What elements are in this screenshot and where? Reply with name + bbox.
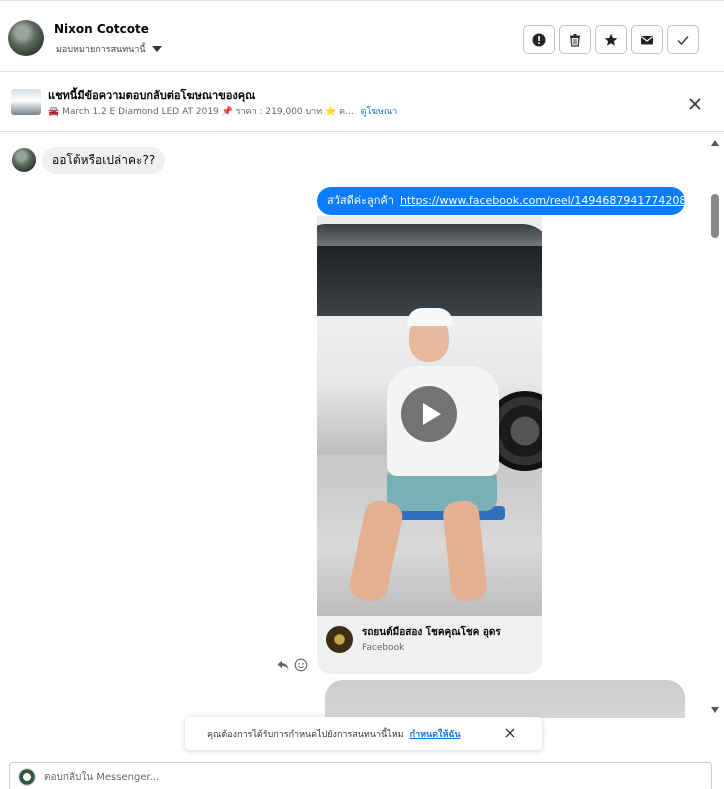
reel-link[interactable]: https://www.facebook.com/reel/1494687941… — [400, 194, 686, 207]
video-person-cap — [407, 308, 453, 326]
view-ad-link[interactable]: ดูโฆษณา — [361, 107, 398, 117]
close-icon[interactable] — [503, 726, 517, 740]
message-list[interactable]: ออโต้หรือเปล่าคะ?? สวัสดีค่ะลูกค้า https:… — [0, 132, 706, 718]
ad-banner-subtitle: 🚘 March 1.2 E Diamond LED AT 2019 📌 ราคา… — [48, 104, 397, 118]
assign-label: มอบหมายการสนทนานี้ — [56, 45, 146, 55]
mark-unread-button[interactable] — [631, 25, 663, 54]
page-avatar — [18, 768, 36, 786]
contact-name[interactable]: Nixon Cotcote — [54, 22, 149, 36]
assignment-notice: คุณต้องการได้รับการกำหนดไปยังการสนทนานี้… — [185, 717, 542, 750]
report-button[interactable] — [523, 25, 555, 54]
contact-avatar[interactable] — [8, 20, 44, 56]
page-logo — [326, 626, 353, 653]
video-car-window — [317, 246, 542, 316]
play-icon — [422, 403, 441, 425]
reply-icon[interactable] — [276, 658, 290, 672]
alert-icon — [532, 33, 546, 46]
next-image-message[interactable] — [325, 680, 685, 718]
reply-input[interactable] — [44, 768, 684, 786]
card-title: รถยนต์มือสอง โชคคุณโชค อุดร — [362, 627, 501, 638]
ad-reply-banner: แชทนี้มีข้อความตอบกลับต่อโฆษณาของคุณ 🚘 M… — [0, 72, 724, 132]
scrollbar[interactable] — [706, 132, 724, 718]
reel-video-preview[interactable] — [317, 216, 542, 616]
link-preview-card[interactable]: รถยนต์มือสอง โชคคุณโชค อุดร Facebook — [317, 616, 542, 674]
outgoing-message[interactable]: สวัสดีค่ะลูกค้า https://www.facebook.com/… — [317, 187, 686, 215]
mark-done-button[interactable] — [667, 25, 699, 54]
mail-icon — [641, 35, 653, 44]
scroll-up-icon[interactable] — [711, 140, 719, 146]
trash-icon — [570, 33, 580, 47]
reply-box[interactable] — [9, 762, 712, 789]
sender-avatar[interactable] — [12, 148, 36, 172]
play-button[interactable] — [401, 386, 457, 442]
conversation-header: Nixon Cotcote มอบหมายการสนทนานี้ — [0, 0, 724, 72]
notice-text: คุณต้องการได้รับการกำหนดไปยังการสนทนานี้… — [207, 729, 404, 740]
assign-to-me-link[interactable]: กำหนดให้ฉัน — [410, 727, 461, 741]
outgoing-greeting: สวัสดีค่ะลูกค้า — [327, 194, 394, 207]
star-button[interactable] — [595, 25, 627, 54]
ad-description: 🚘 March 1.2 E Diamond LED AT 2019 📌 ราคา… — [48, 107, 354, 117]
check-icon — [677, 35, 689, 45]
scroll-thumb[interactable] — [711, 194, 719, 238]
star-icon — [604, 33, 618, 46]
close-icon[interactable] — [686, 95, 704, 113]
card-source: Facebook — [362, 643, 405, 653]
caret-down-icon — [151, 46, 162, 52]
message-actions — [276, 658, 308, 672]
delete-button[interactable] — [559, 25, 591, 54]
assign-dropdown[interactable]: มอบหมายการสนทนานี้ — [56, 42, 162, 56]
ad-banner-title: แชทนี้มีข้อความตอบกลับต่อโฆษณาของคุณ — [48, 89, 256, 102]
scroll-down-icon[interactable] — [711, 707, 719, 713]
ad-thumbnail[interactable] — [11, 89, 41, 115]
emoji-icon[interactable] — [294, 658, 308, 672]
incoming-message[interactable]: ออโต้หรือเปล่าคะ?? — [42, 147, 166, 174]
conversation-panel: Nixon Cotcote มอบหมายการสนทนานี้ แชทนี้ม… — [0, 0, 724, 789]
